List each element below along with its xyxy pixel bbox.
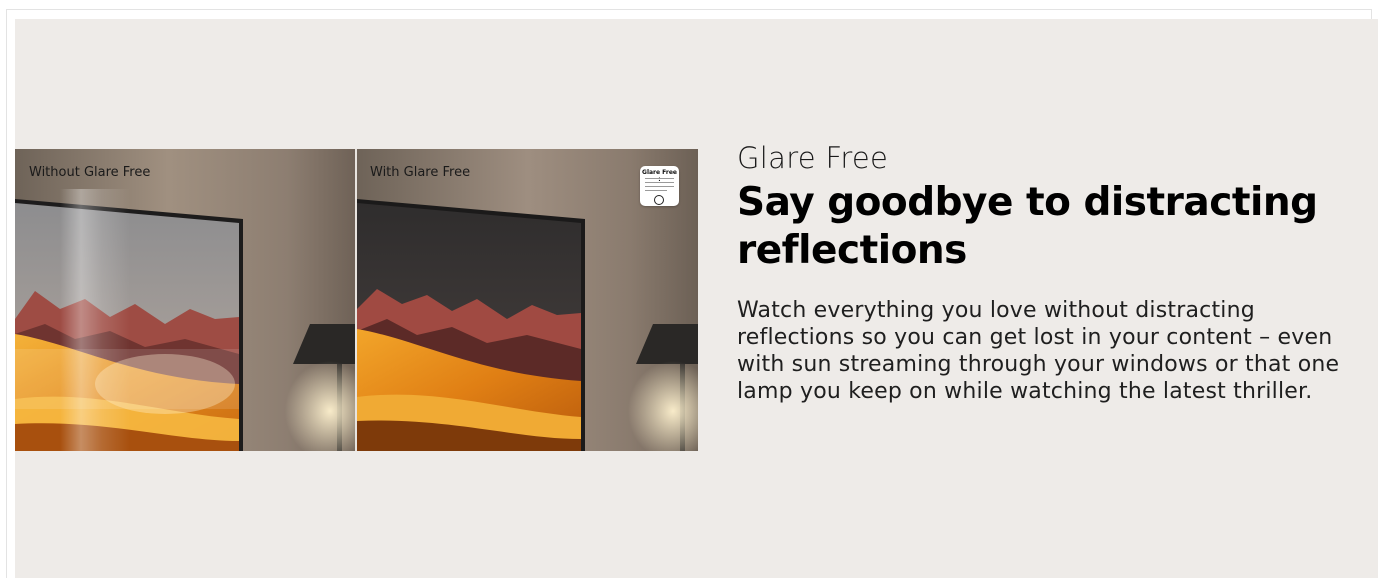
feature-eyebrow: Glare Free bbox=[737, 141, 889, 175]
room-scene-without-glare bbox=[15, 149, 355, 451]
ul-certification-icon bbox=[654, 195, 664, 205]
without-glare-free-panel: Without Glare Free bbox=[15, 149, 355, 451]
badge-detail-lines bbox=[645, 178, 674, 194]
with-glare-free-panel: With Glare Free Glare Free : bbox=[357, 149, 698, 451]
with-glare-free-label: With Glare Free bbox=[370, 165, 471, 180]
comparison-image: Without Glare Free With Glare Free Glare… bbox=[15, 149, 698, 451]
feature-headline: Say goodbye to distracting reflections bbox=[737, 180, 1318, 273]
without-glare-free-label: Without Glare Free bbox=[29, 165, 151, 180]
glare-free-certification-badge: Glare Free : bbox=[640, 166, 679, 206]
feature-text: Glare Free Say goodbye to distracting re… bbox=[737, 141, 1357, 405]
feature-description: Watch everything you love without distra… bbox=[737, 298, 1340, 404]
glare-free-banner: Without Glare Free With Glare Free Glare… bbox=[15, 19, 1378, 578]
